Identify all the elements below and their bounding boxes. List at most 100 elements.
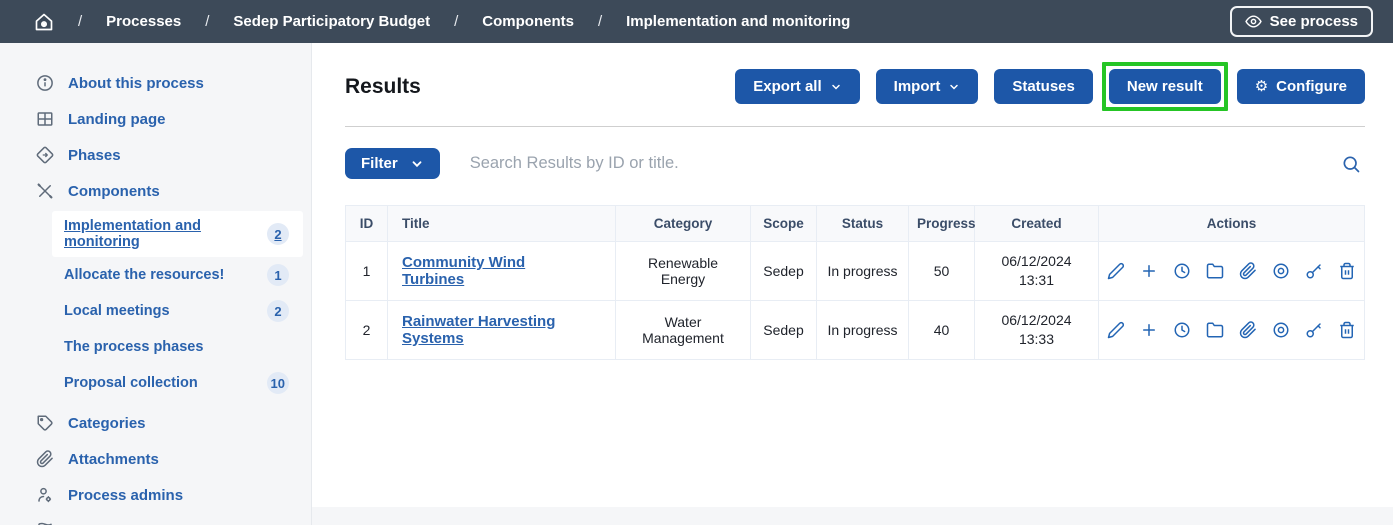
chevron-down-icon <box>830 81 842 93</box>
subnav-item-proposal-collection[interactable]: Proposal collection 10 <box>52 365 303 401</box>
subnav-item-label: Implementation and monitoring <box>64 218 267 250</box>
gear-icon: ⚙ <box>1255 79 1268 94</box>
sidebar-item-label: Components <box>68 183 160 200</box>
add-icon[interactable] <box>1140 321 1158 339</box>
delete-icon[interactable] <box>1338 262 1356 280</box>
subnav-item-label: The process phases <box>64 339 203 355</box>
sidebar-item-landing-page[interactable]: Landing page <box>0 101 311 137</box>
permissions-icon[interactable] <box>1305 321 1323 339</box>
subnav-item-implementation-and-monitoring[interactable]: Implementation and monitoring 2 <box>52 211 303 257</box>
delete-icon[interactable] <box>1338 321 1356 339</box>
permissions-icon[interactable] <box>1305 262 1323 280</box>
search-icon[interactable] <box>1341 154 1365 174</box>
sidebar-item-moderations[interactable]: Moderations <box>0 513 311 525</box>
tag-icon <box>36 414 54 432</box>
cell-progress: 40 <box>909 300 975 359</box>
preview-icon[interactable] <box>1272 321 1290 339</box>
chevron-down-icon <box>410 157 424 171</box>
column-header-category: Category <box>616 206 751 242</box>
see-process-button[interactable]: See process <box>1230 6 1373 37</box>
count-badge: 2 <box>267 223 289 245</box>
components-subnav: Implementation and monitoring 2 Allocate… <box>0 211 311 401</box>
sidebar-item-components[interactable]: Components <box>0 173 311 209</box>
row-actions <box>1107 321 1356 339</box>
column-header-id: ID <box>346 206 388 242</box>
page-title: Results <box>345 75 421 99</box>
result-title-link[interactable]: Community Wind Turbines <box>402 254 525 288</box>
results-panel: Results Export all Import <box>312 43 1393 507</box>
cell-scope: Sedep <box>751 242 817 301</box>
sidebar-item-label: Landing page <box>68 111 166 128</box>
sidebar-item-label: Attachments <box>68 451 159 468</box>
subnav-item-the-process-phases[interactable]: The process phases <box>52 329 303 365</box>
count-badge: 2 <box>267 300 289 322</box>
sidebar-item-label: About this process <box>68 75 204 92</box>
sidebar: About this process Landing page Phases <box>0 43 312 525</box>
attachments-icon[interactable] <box>1239 321 1257 339</box>
folder-icon[interactable] <box>1206 262 1224 280</box>
history-icon[interactable] <box>1173 321 1191 339</box>
chevron-down-icon <box>948 81 960 93</box>
filter-button[interactable]: Filter <box>345 148 440 179</box>
cell-id: 1 <box>346 242 388 301</box>
table-row: 2 Rainwater Harvesting Systems Water Man… <box>346 300 1365 359</box>
import-button[interactable]: Import <box>876 69 979 104</box>
cell-id: 2 <box>346 300 388 359</box>
configure-button[interactable]: ⚙ Configure <box>1237 69 1365 104</box>
layout-icon <box>36 110 54 128</box>
table-row: 1 Community Wind Turbines Renewable Ener… <box>346 242 1365 301</box>
home-icon[interactable] <box>34 12 54 32</box>
see-process-label: See process <box>1270 13 1358 30</box>
sidebar-item-label: Phases <box>68 147 121 164</box>
column-header-status: Status <box>817 206 909 242</box>
column-header-progress: Progress <box>909 206 975 242</box>
breadcrumb-processes[interactable]: Processes <box>106 13 181 30</box>
new-result-label: New result <box>1127 78 1203 95</box>
statuses-label: Statuses <box>1012 78 1075 95</box>
breadcrumb-separator: / <box>454 13 458 30</box>
breadcrumb-current-component[interactable]: Implementation and monitoring <box>626 13 850 30</box>
preview-icon[interactable] <box>1272 262 1290 280</box>
cell-status: In progress <box>817 242 909 301</box>
export-all-button[interactable]: Export all <box>735 69 859 104</box>
cell-progress: 50 <box>909 242 975 301</box>
highlight-annotation-box: New result <box>1102 62 1228 111</box>
breadcrumb-components[interactable]: Components <box>482 13 574 30</box>
search-input[interactable] <box>470 154 1311 173</box>
statuses-button[interactable]: Statuses <box>994 69 1093 104</box>
subnav-item-label: Proposal collection <box>64 375 198 391</box>
phases-icon <box>36 146 54 164</box>
results-table: ID Title Category Scope Status Progress … <box>345 205 1365 360</box>
attachments-icon[interactable] <box>1239 262 1257 280</box>
sidebar-item-label: Process admins <box>68 487 183 504</box>
history-icon[interactable] <box>1173 262 1191 280</box>
cell-status: In progress <box>817 300 909 359</box>
import-label: Import <box>894 78 941 95</box>
edit-icon[interactable] <box>1107 321 1125 339</box>
folder-icon[interactable] <box>1206 321 1224 339</box>
sidebar-item-process-admins[interactable]: Process admins <box>0 477 311 513</box>
add-icon[interactable] <box>1140 262 1158 280</box>
topbar: / Processes / Sedep Participatory Budget… <box>0 0 1393 43</box>
filter-label: Filter <box>361 155 398 172</box>
header-divider <box>345 126 1365 127</box>
breadcrumb-separator: / <box>78 13 82 30</box>
sidebar-item-attachments[interactable]: Attachments <box>0 441 311 477</box>
eye-icon <box>1245 13 1262 30</box>
sidebar-item-about-this-process[interactable]: About this process <box>0 65 311 101</box>
breadcrumb-process-name[interactable]: Sedep Participatory Budget <box>233 13 430 30</box>
subnav-item-local-meetings[interactable]: Local meetings 2 <box>52 293 303 329</box>
sidebar-item-phases[interactable]: Phases <box>0 137 311 173</box>
edit-icon[interactable] <box>1107 262 1125 280</box>
sidebar-item-categories[interactable]: Categories <box>0 405 311 441</box>
count-badge: 1 <box>267 264 289 286</box>
column-header-scope: Scope <box>751 206 817 242</box>
new-result-button[interactable]: New result <box>1109 69 1221 104</box>
column-header-title: Title <box>388 206 616 242</box>
count-badge: 10 <box>267 372 289 394</box>
result-title-link[interactable]: Rainwater Harvesting Systems <box>402 313 555 347</box>
breadcrumb-separator: / <box>205 13 209 30</box>
subnav-item-allocate-the-resources[interactable]: Allocate the resources! 1 <box>52 257 303 293</box>
breadcrumb: / Processes / Sedep Participatory Budget… <box>34 12 850 32</box>
column-header-created: Created <box>975 206 1099 242</box>
